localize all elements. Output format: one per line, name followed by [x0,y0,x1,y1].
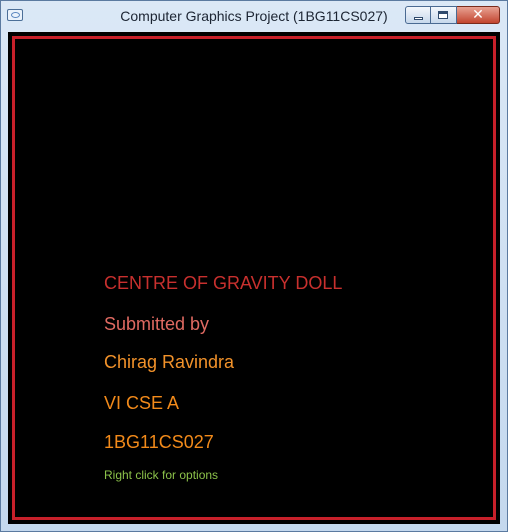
maximize-button[interactable] [431,6,457,24]
minimize-icon [414,17,423,20]
maximize-icon [438,11,448,19]
class-section: VI CSE A [104,393,180,413]
graphics-canvas[interactable]: CENTRE OF GRAVITY DOLL Submitted by Chir… [8,32,500,524]
student-name: Chirag Ravindra [104,352,235,372]
project-title: CENTRE OF GRAVITY DOLL [104,273,343,293]
title-bar[interactable]: Computer Graphics Project (1BG11CS027) ✕ [1,1,507,31]
minimize-button[interactable] [405,6,431,24]
usn-number: 1BG11CS027 [104,432,214,452]
app-window: Computer Graphics Project (1BG11CS027) ✕… [0,0,508,532]
submitted-by-label: Submitted by [104,314,210,334]
close-icon: ✕ [472,7,484,23]
window-controls: ✕ [405,6,500,24]
close-button[interactable]: ✕ [457,6,500,24]
options-hint: Right click for options [104,468,219,482]
